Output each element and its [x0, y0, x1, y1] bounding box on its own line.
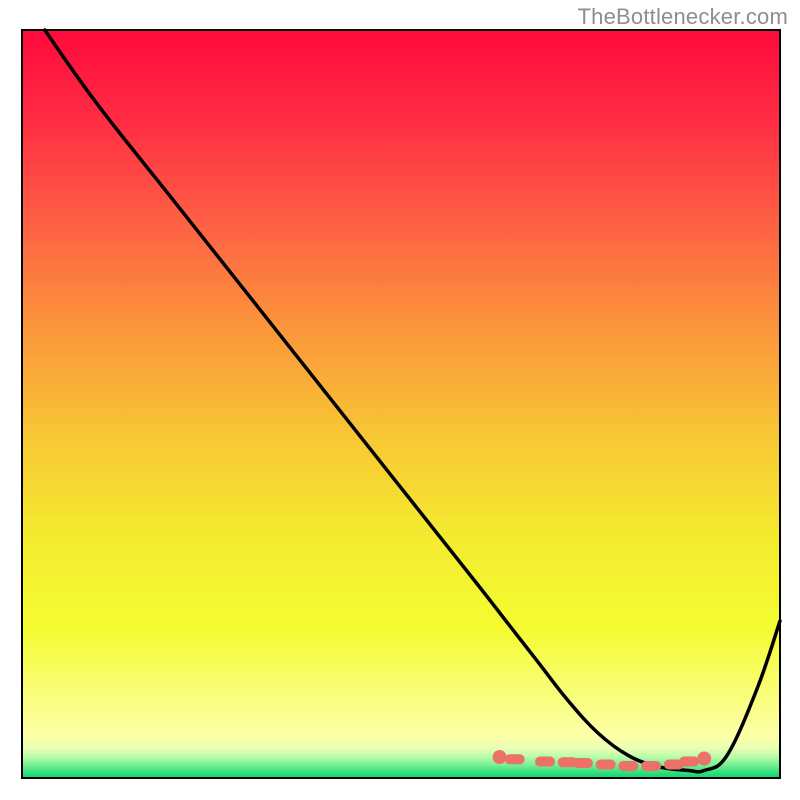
- optimum-marker: [505, 754, 525, 764]
- gradient-background: [22, 30, 780, 778]
- plot-area: [22, 30, 780, 778]
- optimum-marker: [697, 752, 711, 766]
- optimum-marker: [573, 758, 593, 768]
- optimum-marker: [618, 761, 638, 771]
- optimum-marker: [535, 757, 555, 767]
- optimum-marker: [493, 750, 507, 764]
- optimum-marker: [641, 761, 661, 771]
- bottleneck-chart: [0, 0, 800, 800]
- optimum-marker: [596, 760, 616, 770]
- optimum-marker: [679, 757, 699, 767]
